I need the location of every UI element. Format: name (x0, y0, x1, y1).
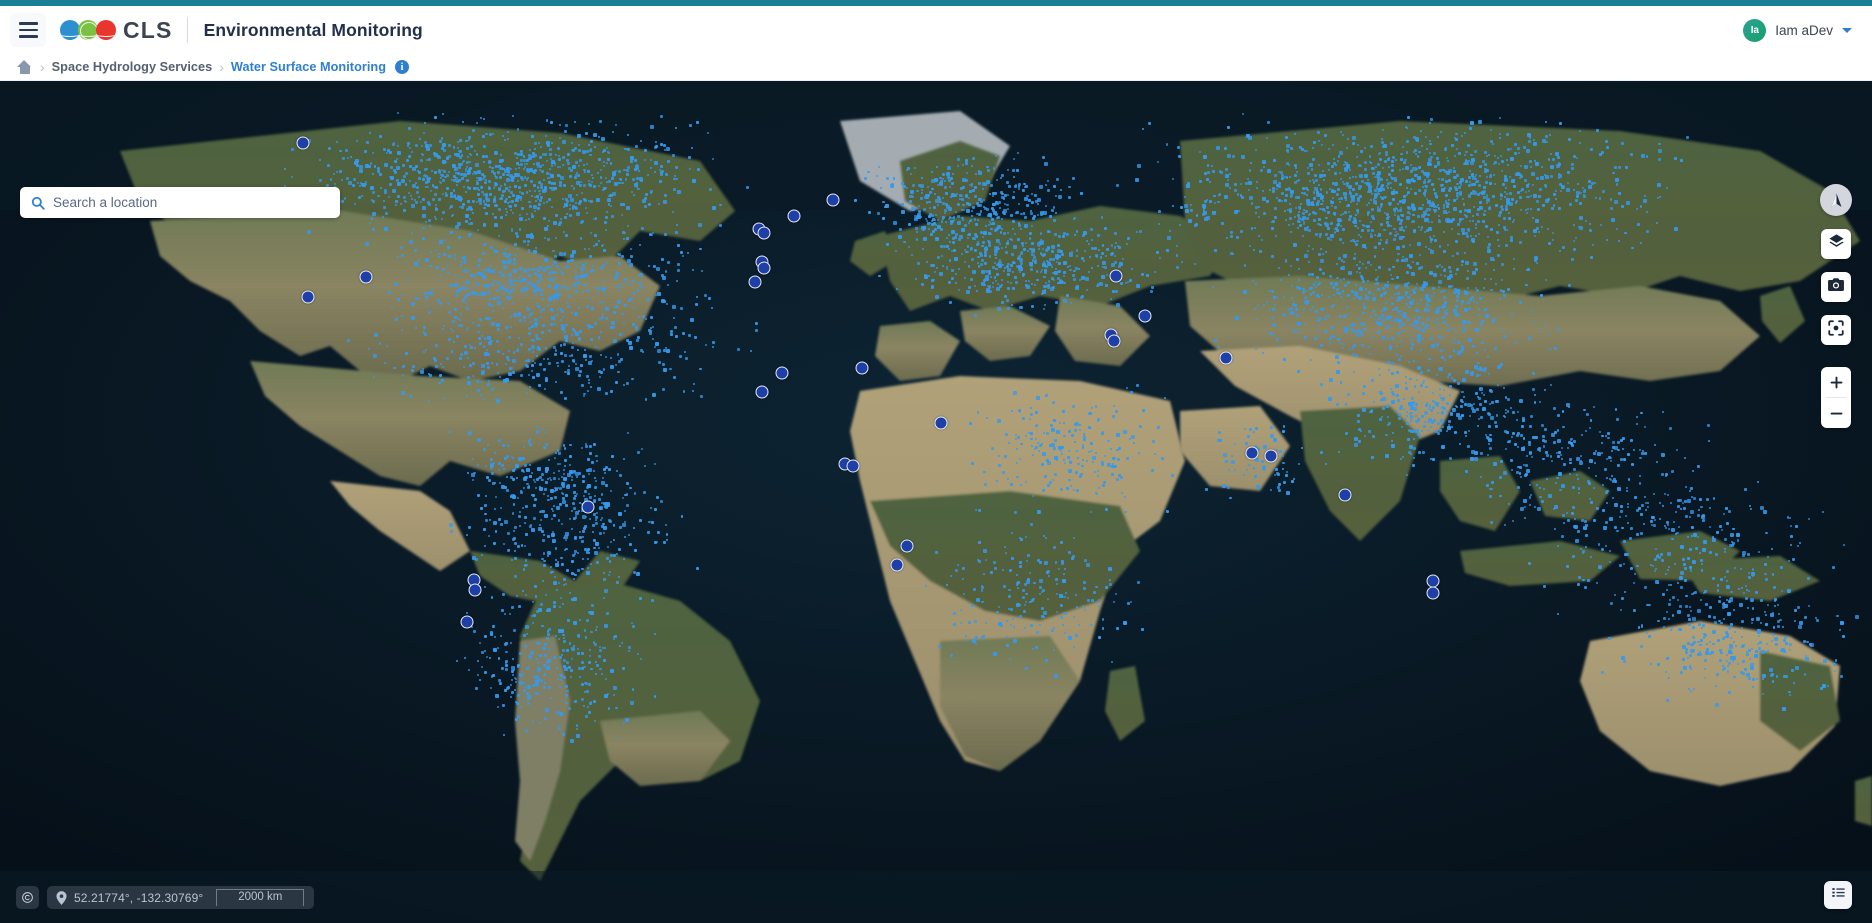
user-name-label: Iam aDev (1775, 22, 1833, 38)
breadcrumb: › Space Hydrology Services › Water Surfa… (0, 54, 1872, 81)
app-header: CLS Environmental Monitoring Ia Iam aDev (0, 6, 1872, 54)
logo-text: CLS (123, 16, 173, 43)
home-icon[interactable] (16, 59, 33, 75)
blue-wave-circle-icon (60, 20, 80, 40)
green-wave-circle-icon (78, 20, 98, 40)
red-wave-circle-icon (96, 20, 116, 40)
breadcrumb-separator: › (219, 59, 224, 75)
hamburger-line (18, 35, 38, 38)
map-viewport[interactable]: 52.21774°, -132.30769° 2000 km (0, 81, 1872, 923)
info-icon[interactable]: i (395, 60, 410, 74)
hamburger-line (18, 22, 38, 25)
avatar: Ia (1743, 18, 1767, 42)
breadcrumb-item-space-hydrology-services[interactable]: Space Hydrology Services (52, 60, 213, 74)
breadcrumb-separator: › (40, 59, 45, 75)
page-title: Environmental Monitoring (203, 19, 423, 40)
hamburger-menu-icon[interactable] (10, 13, 46, 47)
cls-logo[interactable]: CLS (60, 17, 173, 44)
user-menu[interactable]: Ia Iam aDev (1743, 18, 1856, 42)
breadcrumb-item-water-surface-monitoring[interactable]: Water Surface Monitoring (231, 60, 386, 74)
hamburger-line (18, 28, 38, 32)
chevron-down-icon (1842, 27, 1852, 33)
header-divider (186, 17, 188, 43)
